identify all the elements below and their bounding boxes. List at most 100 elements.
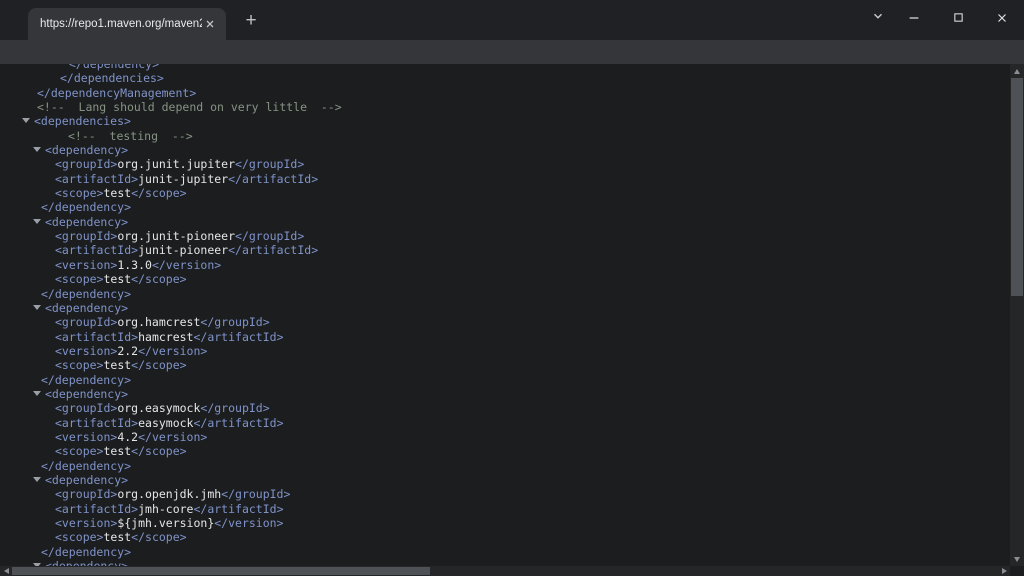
xml-line: <dependency>	[0, 473, 1010, 487]
xml-tag: </artifactId>	[228, 172, 318, 186]
xml-tag: <version>	[55, 344, 117, 358]
xml-comment: <!-- testing -->	[68, 129, 193, 143]
xml-line: <dependency>	[0, 143, 1010, 157]
xml-tag: </dependencyManagement>	[37, 86, 196, 100]
xml-tag: <scope>	[55, 444, 103, 458]
xml-text: jmh-core	[138, 502, 193, 516]
xml-tag: </scope>	[131, 530, 186, 544]
xml-line: <version>4.2</version>	[0, 430, 1010, 444]
xml-tag: <dependency>	[45, 301, 128, 315]
xml-line: <dependency>	[0, 559, 1010, 566]
xml-text: test	[103, 444, 131, 458]
maximize-icon	[952, 11, 965, 29]
xml-tag: </dependencies>	[60, 71, 164, 85]
xml-line: <artifactId>easymock</artifactId>	[0, 416, 1010, 430]
xml-tag: </artifactId>	[193, 330, 283, 344]
xml-tag: <scope>	[55, 272, 103, 286]
collapse-toggle-icon[interactable]	[33, 219, 41, 224]
xml-line: <dependency>	[0, 387, 1010, 401]
vertical-scrollbar[interactable]	[1010, 64, 1024, 566]
xml-line: <!-- testing -->	[0, 129, 1010, 143]
xml-line: <!-- Lang should depend on very little -…	[0, 100, 1010, 114]
xml-tag: <groupId>	[55, 157, 117, 171]
xml-tag: <artifactId>	[55, 502, 138, 516]
xml-line: <scope>test</scope>	[0, 530, 1010, 544]
xml-line: <version>2.2</version>	[0, 344, 1010, 358]
browser-tab[interactable]: https://repo1.maven.org/maven2	[28, 8, 226, 40]
tab-title: https://repo1.maven.org/maven2	[40, 18, 202, 30]
chevron-down-icon	[871, 9, 885, 28]
collapse-toggle-icon[interactable]	[33, 477, 41, 482]
arrow-down-icon	[1014, 557, 1020, 562]
xml-tag: </dependency>	[41, 287, 131, 301]
xml-line: <groupId>org.hamcrest</groupId>	[0, 315, 1010, 329]
xml-tag: <artifactId>	[55, 416, 138, 430]
xml-line: <groupId>org.easymock</groupId>	[0, 401, 1010, 415]
xml-line: <dependencies>	[0, 114, 1010, 128]
xml-line: <scope>test</scope>	[0, 272, 1010, 286]
new-tab-button[interactable]: +	[240, 10, 262, 32]
xml-tag: </version>	[138, 344, 207, 358]
horizontal-scrollbar[interactable]	[0, 566, 1010, 576]
collapse-toggle-icon[interactable]	[33, 305, 41, 310]
xml-line: <groupId>org.openjdk.jmh</groupId>	[0, 487, 1010, 501]
xml-line: <scope>test</scope>	[0, 444, 1010, 458]
xml-line: <groupId>org.junit-pioneer</groupId>	[0, 229, 1010, 243]
xml-text: test	[103, 186, 131, 200]
xml-tag: <dependency>	[45, 215, 128, 229]
xml-tag: </version>	[138, 430, 207, 444]
xml-tag: </dependency>	[69, 64, 159, 71]
xml-line: <dependency>	[0, 215, 1010, 229]
xml-tag: </dependency>	[41, 545, 131, 559]
xml-text: 1.3.0	[117, 258, 152, 272]
xml-text: org.junit-pioneer	[117, 229, 235, 243]
xml-tag: <groupId>	[55, 315, 117, 329]
xml-line: </dependencies>	[0, 71, 1010, 85]
xml-tag: <scope>	[55, 530, 103, 544]
collapse-toggle-icon[interactable]	[22, 118, 30, 123]
xml-tag: <dependency>	[45, 387, 128, 401]
xml-tag: <scope>	[55, 186, 103, 200]
xml-tag: </groupId>	[221, 487, 290, 501]
xml-line: <artifactId>junit-jupiter</artifactId>	[0, 172, 1010, 186]
close-button[interactable]	[980, 0, 1024, 40]
xml-tag: </version>	[152, 258, 221, 272]
xml-tag: </artifactId>	[228, 243, 318, 257]
vertical-scroll-thumb[interactable]	[1011, 78, 1023, 296]
close-icon	[995, 11, 1009, 30]
tab-search-button[interactable]	[864, 4, 892, 32]
xml-line: </dependency>	[0, 459, 1010, 473]
scroll-left-button[interactable]	[0, 566, 12, 576]
horizontal-scroll-thumb[interactable]	[12, 567, 430, 575]
xml-tree: </dependency></dependencies></dependency…	[0, 64, 1010, 566]
xml-text: test	[103, 358, 131, 372]
minimize-icon	[907, 11, 921, 30]
xml-tag: </scope>	[131, 186, 186, 200]
xml-line: </dependency>	[0, 200, 1010, 214]
xml-text: org.junit.jupiter	[117, 157, 235, 171]
scroll-up-button[interactable]	[1010, 64, 1024, 78]
xml-tag: </artifactId>	[193, 416, 283, 430]
xml-tag: </scope>	[131, 358, 186, 372]
xml-line: <version>1.3.0</version>	[0, 258, 1010, 272]
tab-strip: https://repo1.maven.org/maven2 +	[0, 0, 1024, 40]
xml-text: org.easymock	[117, 401, 200, 415]
xml-line: <artifactId>hamcrest</artifactId>	[0, 330, 1010, 344]
maximize-button[interactable]	[936, 0, 980, 40]
scroll-right-button[interactable]	[998, 566, 1010, 576]
tab-close-icon[interactable]	[202, 16, 218, 32]
browser-window: https://repo1.maven.org/maven2 +	[0, 0, 1024, 576]
arrow-right-icon	[1002, 568, 1007, 574]
xml-tag: <dependencies>	[34, 114, 131, 128]
xml-text: org.openjdk.jmh	[117, 487, 221, 501]
collapse-toggle-icon[interactable]	[33, 391, 41, 396]
xml-line: </dependency>	[0, 373, 1010, 387]
xml-text: hamcrest	[138, 330, 193, 344]
xml-tag: <version>	[55, 516, 117, 530]
collapse-toggle-icon[interactable]	[33, 147, 41, 152]
xml-tag: <artifactId>	[55, 330, 138, 344]
minimize-button[interactable]	[892, 0, 936, 40]
scroll-down-button[interactable]	[1010, 552, 1024, 566]
xml-tag: </scope>	[131, 272, 186, 286]
xml-tag: <dependency>	[45, 559, 128, 566]
